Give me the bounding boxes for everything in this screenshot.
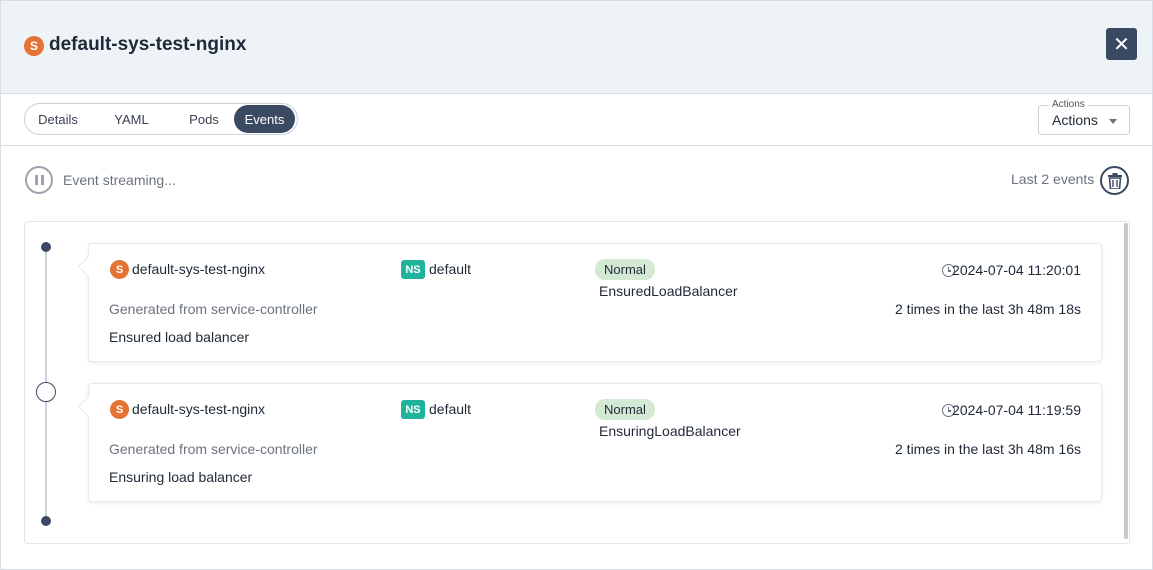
timeline-start-dot <box>41 242 51 252</box>
event-count: 2 times in the last 3h 48m 18s <box>895 301 1081 317</box>
clear-events-button[interactable] <box>1100 166 1129 195</box>
actions-dropdown[interactable]: Actions Actions <box>1038 99 1130 135</box>
event-source: Generated from service-controller <box>109 441 318 457</box>
timeline-ring <box>36 382 56 402</box>
tab-pods[interactable]: Pods <box>174 105 234 133</box>
event-type-chip: Normal <box>595 259 655 280</box>
event-count: 2 times in the last 3h 48m 16s <box>895 441 1081 457</box>
event-object-name[interactable]: default-sys-test-nginx <box>132 261 265 277</box>
drawer-header: S default-sys-test-nginx ✕ <box>1 1 1152 94</box>
actions-value: Actions <box>1052 112 1098 128</box>
event-object-name[interactable]: default-sys-test-nginx <box>132 401 265 417</box>
event-timestamp: 2024-07-04 11:20:01 <box>952 262 1081 278</box>
event-timestamp: 2024-07-04 11:19:59 <box>952 402 1081 418</box>
service-kind-badge: S <box>24 36 44 56</box>
tab-events[interactable]: Events <box>234 105 295 133</box>
event-card: S default-sys-test-nginx NS default Norm… <box>88 383 1102 502</box>
event-type-chip: Normal <box>595 399 655 420</box>
close-button[interactable]: ✕ <box>1106 28 1137 60</box>
page-title: default-sys-test-nginx <box>49 34 247 55</box>
event-source: Generated from service-controller <box>109 301 318 317</box>
tab-yaml[interactable]: YAML <box>89 105 174 133</box>
trash-icon <box>1108 173 1122 189</box>
tab-group: Details YAML Pods Events <box>24 103 298 135</box>
pause-icon[interactable] <box>25 166 53 194</box>
timeline-end-dot <box>41 516 51 526</box>
caret-down-icon <box>1109 119 1117 124</box>
event-namespace[interactable]: default <box>429 401 471 417</box>
service-kind-badge: S <box>110 400 129 419</box>
event-message: Ensured load balancer <box>109 329 250 345</box>
namespace-badge: NS <box>401 400 425 419</box>
event-reason: EnsuringLoadBalancer <box>599 423 741 439</box>
event-namespace[interactable]: default <box>429 261 471 277</box>
streaming-status: Event streaming... <box>63 172 176 188</box>
service-kind-badge: S <box>110 260 129 279</box>
event-reason: EnsuredLoadBalancer <box>599 283 738 299</box>
tab-details[interactable]: Details <box>27 105 89 133</box>
namespace-badge: NS <box>401 260 425 279</box>
event-count-label: Last 2 events <box>1011 171 1095 187</box>
event-card: S default-sys-test-nginx NS default Norm… <box>88 243 1102 362</box>
actions-legend: Actions <box>1049 99 1088 110</box>
tabs-bar: Details YAML Pods Events Actions Actions <box>1 95 1152 146</box>
close-icon: ✕ <box>1113 33 1130 56</box>
scrollbar[interactable] <box>1124 223 1128 539</box>
event-message: Ensuring load balancer <box>109 469 253 485</box>
